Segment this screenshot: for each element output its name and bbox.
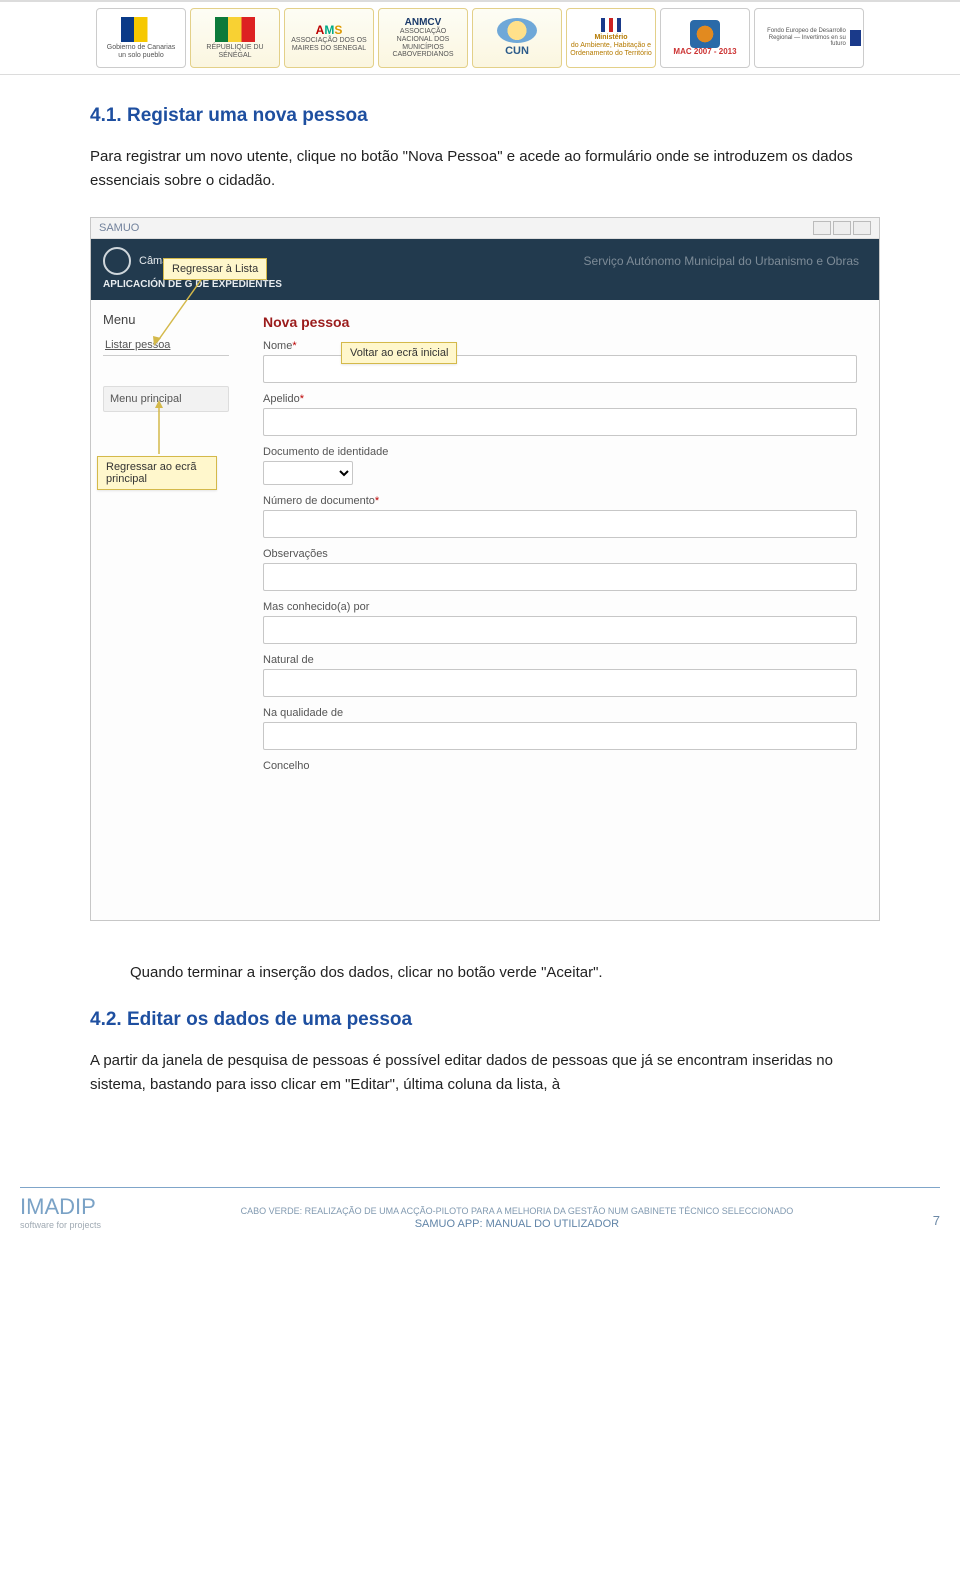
page-footer: IMADIP software for projects CABO VERDE:… — [20, 1187, 940, 1230]
window-buttons — [813, 221, 871, 235]
maximize-icon[interactable] — [833, 221, 851, 235]
partner-logo-bar: Gobierno de Canarias un solo pueblo RÉPU… — [0, 0, 960, 75]
flag-icon — [601, 18, 621, 32]
section-41-title: 4.1. Registar uma nova pessoa — [90, 105, 880, 127]
label-na-qualidade: Na qualidade de — [263, 707, 857, 719]
label-observacoes: Observações — [263, 548, 857, 560]
logo-canarias: Gobierno de Canarias un solo pueblo — [96, 8, 186, 68]
callout-arrow-icon — [151, 278, 211, 348]
sidebar-menu: Menu Listar pessoa Menu principal — [91, 300, 241, 920]
logo-eu: Fondo Europeo de Desarrollo Regional — I… — [754, 8, 864, 68]
logo-sub: un solo pueblo — [118, 52, 164, 60]
logo-ams: AMS ASSOCIAÇÃO DOS OS MAIRES DO SENEGAL — [284, 8, 374, 68]
samuo-screenshot: SAMUO Câma Serviço Autónomo Municipal do… — [90, 217, 880, 921]
logo-senegal: RÉPUBLIQUE DU SÉNÉGAL — [190, 8, 280, 68]
section-41-body: Para registrar um novo utente, clique no… — [90, 145, 880, 193]
window-titlebar: SAMUO — [91, 218, 879, 239]
globe-icon — [497, 18, 537, 43]
label-apelido: Apelido* — [263, 393, 857, 405]
section-42-title: 4.2. Editar os dados de uma pessoa — [90, 1009, 880, 1031]
samuo-emblem-icon — [103, 247, 131, 275]
footer-center: CABO VERDE: REALIZAÇÃO DE UMA ACÇÃO-PILO… — [121, 1206, 913, 1230]
logo-ministerio: Ministério do Ambiente, Habitação e Orde… — [566, 8, 656, 68]
input-na-qualidade[interactable] — [263, 722, 857, 750]
select-doc-identidade[interactable] — [263, 461, 353, 485]
footer-logo-sub: software for projects — [20, 1220, 101, 1230]
flag-icon — [215, 17, 255, 42]
input-apelido[interactable] — [263, 408, 857, 436]
footer-logo: IMADIP software for projects — [20, 1194, 101, 1230]
footer-line1: CABO VERDE: REALIZAÇÃO DE UMA ACÇÃO-PILO… — [121, 1206, 913, 1216]
nova-pessoa-form: Nova pessoa Nome* Apelido* Documento de … — [241, 300, 879, 920]
logo-label: Gobierno de Canarias — [107, 44, 176, 52]
label-concelho: Concelho — [263, 760, 857, 772]
label-num-documento: Número de documento* — [263, 495, 857, 507]
logo-cun: CUN — [472, 8, 562, 68]
callout-regressar-lista: Regressar à Lista — [163, 258, 267, 280]
logo-mac: MAC 2007 - 2013 — [660, 8, 750, 68]
label-natural-de: Natural de — [263, 654, 857, 666]
logo-label: RÉPUBLIQUE DU SÉNÉGAL — [193, 44, 277, 59]
logo-label: ANMCV — [405, 17, 442, 28]
window-title: SAMUO — [99, 222, 139, 234]
program-icon — [690, 20, 720, 48]
input-natural-de[interactable] — [263, 669, 857, 697]
eu-flag-icon — [850, 30, 861, 46]
logo-anmcv: ANMCV ASSOCIAÇÃO NACIONAL DOS MUNICÍPIOS… — [378, 8, 468, 68]
section-42-body: A partir da janela de pesquisa de pessoa… — [90, 1049, 880, 1097]
logo-sub: do Ambiente, Habitação e Ordenamento do … — [569, 42, 653, 57]
label-mas-conhecido: Mas conhecido(a) por — [263, 601, 857, 613]
page-number: 7 — [933, 1213, 940, 1230]
input-observacoes[interactable] — [263, 563, 857, 591]
input-num-documento[interactable] — [263, 510, 857, 538]
callout-arrow-icon — [139, 398, 179, 458]
minimize-icon[interactable] — [813, 221, 831, 235]
logo-label: Ministério — [594, 34, 627, 42]
footer-logo-word: IMADIP — [20, 1194, 96, 1219]
form-title: Nova pessoa — [263, 314, 857, 330]
flag-icon — [121, 17, 161, 42]
header-service-text: Serviço Autónomo Municipal do Urbanismo … — [584, 254, 867, 268]
footer-line2: SAMUO APP: MANUAL DO UTILIZADOR — [121, 1218, 913, 1230]
logo-sub: ASSOCIAÇÃO NACIONAL DOS MUNICÍPIOS CABOV… — [381, 28, 465, 59]
close-icon[interactable] — [853, 221, 871, 235]
callout-voltar-inicial: Voltar ao ecrã inicial — [341, 342, 457, 364]
post-screenshot-text: Quando terminar a inserção dos dados, cl… — [130, 961, 880, 985]
input-mas-conhecido[interactable] — [263, 616, 857, 644]
logo-label: MAC 2007 - 2013 — [673, 48, 736, 57]
label-doc-identidade: Documento de identidade — [263, 446, 857, 458]
logo-label: CUN — [505, 45, 529, 57]
callout-regressar-principal: Regressar ao ecrã principal — [97, 456, 217, 490]
logo-sub: Fondo Europeo de Desarrollo Regional — I… — [757, 28, 846, 48]
logo-label: ASSOCIAÇÃO DOS OS MAIRES DO SENEGAL — [287, 37, 371, 52]
